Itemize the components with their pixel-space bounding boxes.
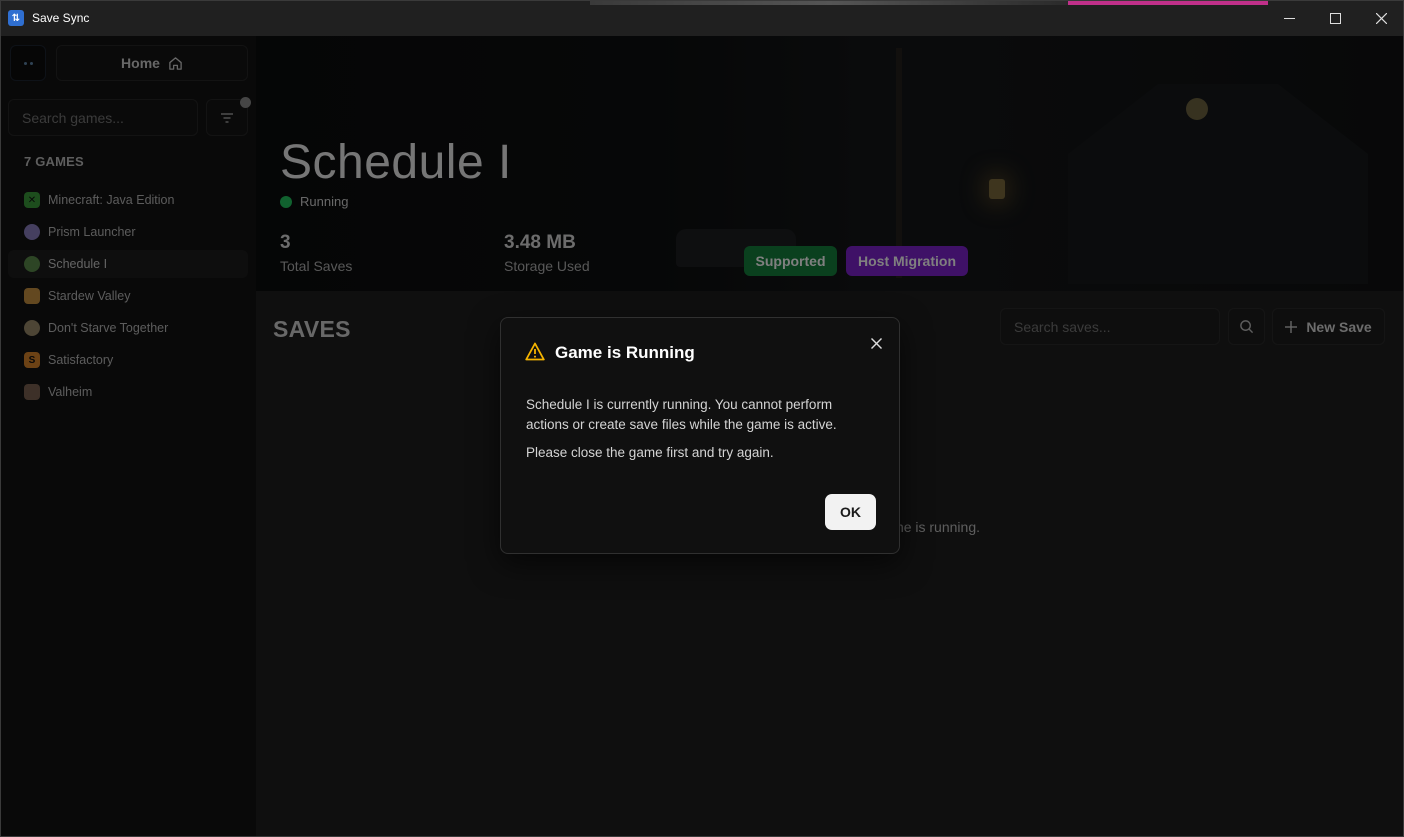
window-title: Save Sync [32,11,90,25]
dialog-title: Game is Running [555,343,695,362]
ok-button[interactable]: OK [825,494,876,530]
minimize-icon [1283,17,1295,19]
title-bar: ⇅ Save Sync [0,0,1404,36]
dialog-instruction: Please close the game first and try agai… [526,445,774,460]
background-strip-accent [1068,0,1268,5]
minimize-button[interactable] [1266,0,1312,36]
background-strip [590,0,1070,5]
maximize-icon [1329,12,1341,24]
dialog-close-button[interactable] [867,334,885,352]
close-icon [870,337,882,349]
maximize-button[interactable] [1312,0,1358,36]
game-running-dialog: Game is Running Schedule I is currently … [500,317,900,554]
close-window-button[interactable] [1358,0,1404,36]
close-icon [1375,12,1387,24]
save-sync-logo-icon: ⇅ [8,10,24,26]
dialog-message: Schedule I is currently running. You can… [526,397,837,432]
warning-icon [525,342,545,361]
